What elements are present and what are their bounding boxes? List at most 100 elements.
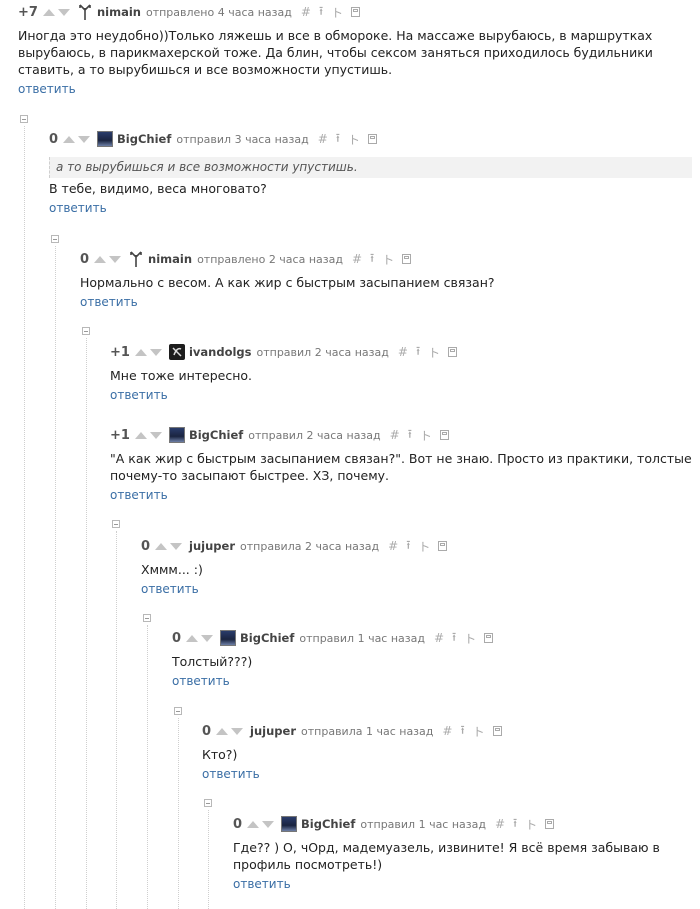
thread-icon[interactable]: ト — [464, 630, 476, 647]
comment-timestamp[interactable]: отправил 1 час назад — [299, 632, 425, 645]
collapse-thread-toggle[interactable] — [204, 799, 212, 807]
thread-icon[interactable]: ト — [382, 251, 394, 268]
comment-author[interactable]: BigChief — [240, 631, 294, 645]
comment-author[interactable]: BigChief — [117, 132, 171, 146]
save-icon[interactable] — [448, 347, 458, 357]
ivandolgs-avatar[interactable] — [168, 344, 185, 360]
comment-text: Толстый???) — [172, 654, 253, 669]
bigchief-avatar[interactable] — [168, 427, 185, 443]
vote-down-icon[interactable] — [262, 820, 275, 828]
thread-icon[interactable]: ト — [331, 4, 343, 21]
reply-link[interactable]: ответить — [110, 488, 168, 502]
save-icon[interactable] — [492, 726, 502, 736]
collapse-thread-toggle[interactable] — [51, 235, 59, 243]
vote-down-icon[interactable] — [78, 135, 91, 143]
bigchief-avatar[interactable] — [97, 131, 114, 147]
parent-comment-icon[interactable]: ⭱ — [336, 129, 340, 150]
parent-comment-icon[interactable]: ⭱ — [452, 628, 456, 649]
vote-down-icon[interactable] — [231, 727, 244, 735]
reply-link[interactable]: ответить — [172, 674, 230, 688]
collapse-thread-toggle[interactable] — [82, 327, 90, 335]
comment-author[interactable]: BigChief — [189, 428, 243, 442]
anchor-icon[interactable]: # — [434, 631, 444, 645]
comment-timestamp[interactable]: отправила 1 час назад — [301, 725, 433, 738]
parent-comment-icon[interactable]: ⭱ — [319, 2, 323, 23]
comment-author[interactable]: jujuper — [250, 724, 296, 738]
vote-down-icon[interactable] — [201, 634, 214, 642]
vote-down-icon[interactable] — [149, 348, 162, 356]
reply-link[interactable]: ответить — [80, 295, 138, 309]
thread-icon[interactable]: ト — [473, 723, 485, 740]
save-icon[interactable] — [351, 7, 361, 17]
vote-up-icon[interactable] — [94, 255, 107, 263]
save-icon[interactable] — [438, 541, 448, 551]
anchor-icon[interactable]: # — [388, 539, 398, 553]
comment-rating: 0 — [49, 131, 59, 147]
vote-up-icon[interactable] — [216, 727, 229, 735]
vote-up-icon[interactable] — [42, 8, 55, 16]
collapse-thread-toggle[interactable] — [143, 614, 151, 622]
comment-timestamp[interactable]: отправил 2 часа назад — [248, 429, 380, 442]
parent-comment-icon[interactable]: ⭱ — [416, 342, 420, 363]
reply-link[interactable]: ответить — [202, 767, 260, 781]
parent-comment-icon[interactable]: ⭱ — [370, 249, 374, 270]
anchor-icon[interactable]: # — [442, 724, 452, 738]
vote-down-icon[interactable] — [149, 431, 162, 439]
anchor-icon[interactable]: # — [301, 5, 311, 19]
comment-timestamp[interactable]: отправила 2 часа назад — [240, 540, 379, 553]
comment-timestamp[interactable]: отправлено 2 часа назад — [197, 253, 343, 266]
reply-link[interactable]: ответить — [18, 82, 76, 96]
vote-down-icon[interactable] — [57, 8, 70, 16]
reply-link[interactable]: ответить — [233, 877, 291, 891]
vote-down-icon[interactable] — [170, 542, 183, 550]
bigchief-avatar[interactable] — [220, 630, 237, 646]
collapse-thread-toggle[interactable] — [174, 707, 182, 715]
anchor-icon[interactable]: # — [495, 817, 505, 831]
trident-avatar[interactable] — [128, 251, 144, 267]
parent-comment-icon[interactable]: ⭱ — [408, 425, 412, 446]
thread-icon[interactable]: ト — [348, 131, 360, 148]
save-icon[interactable] — [402, 254, 412, 264]
vote-up-icon[interactable] — [63, 135, 76, 143]
anchor-icon[interactable]: # — [352, 252, 362, 266]
comment-author[interactable]: ivandolgs — [189, 345, 252, 359]
thread-icon[interactable]: ト — [428, 344, 440, 361]
save-icon[interactable] — [368, 134, 378, 144]
collapse-thread-toggle[interactable] — [112, 520, 120, 528]
vote-down-icon[interactable] — [109, 255, 122, 263]
comment: 0 BigChief отправил 1 час назад # ⭱ ト То… — [172, 628, 692, 689]
comment-author[interactable]: BigChief — [301, 817, 355, 831]
comment-timestamp[interactable]: отправлено 4 часа назад — [146, 6, 292, 19]
comment-timestamp[interactable]: отправил 2 часа назад — [257, 346, 389, 359]
comment-author[interactable]: nimain — [97, 5, 141, 19]
anchor-icon[interactable]: # — [390, 428, 400, 442]
reply-link[interactable]: ответить — [49, 201, 107, 215]
comment-author[interactable]: nimain — [148, 252, 192, 266]
comment-header: 0 jujuper отправила 2 часа назад # ⭱ ト — [141, 536, 692, 556]
vote-up-icon[interactable] — [155, 542, 168, 550]
comment-timestamp[interactable]: отправил 3 часа назад — [176, 133, 308, 146]
thread-icon[interactable]: ト — [525, 816, 537, 833]
comment-rating: +7 — [18, 4, 38, 20]
reply-link[interactable]: ответить — [110, 388, 168, 402]
vote-up-icon[interactable] — [134, 348, 147, 356]
anchor-icon[interactable]: # — [318, 132, 328, 146]
vote-up-icon[interactable] — [186, 634, 199, 642]
parent-comment-icon[interactable]: ⭱ — [406, 536, 410, 557]
vote-up-icon[interactable] — [247, 820, 260, 828]
thread-icon[interactable]: ト — [420, 427, 432, 444]
thread-icon[interactable]: ト — [418, 538, 430, 555]
vote-up-icon[interactable] — [134, 431, 147, 439]
comment-timestamp[interactable]: отправил 1 час назад — [360, 818, 486, 831]
comment-author[interactable]: jujuper — [189, 539, 235, 553]
trident-avatar[interactable] — [77, 4, 93, 20]
save-icon[interactable] — [439, 430, 449, 440]
bigchief-avatar[interactable] — [281, 816, 298, 832]
parent-comment-icon[interactable]: ⭱ — [513, 814, 517, 835]
save-icon[interactable] — [545, 819, 555, 829]
reply-link[interactable]: ответить — [141, 582, 199, 596]
anchor-icon[interactable]: # — [398, 345, 408, 359]
parent-comment-icon[interactable]: ⭱ — [460, 721, 464, 742]
collapse-thread-toggle[interactable] — [20, 115, 28, 123]
save-icon[interactable] — [484, 633, 494, 643]
